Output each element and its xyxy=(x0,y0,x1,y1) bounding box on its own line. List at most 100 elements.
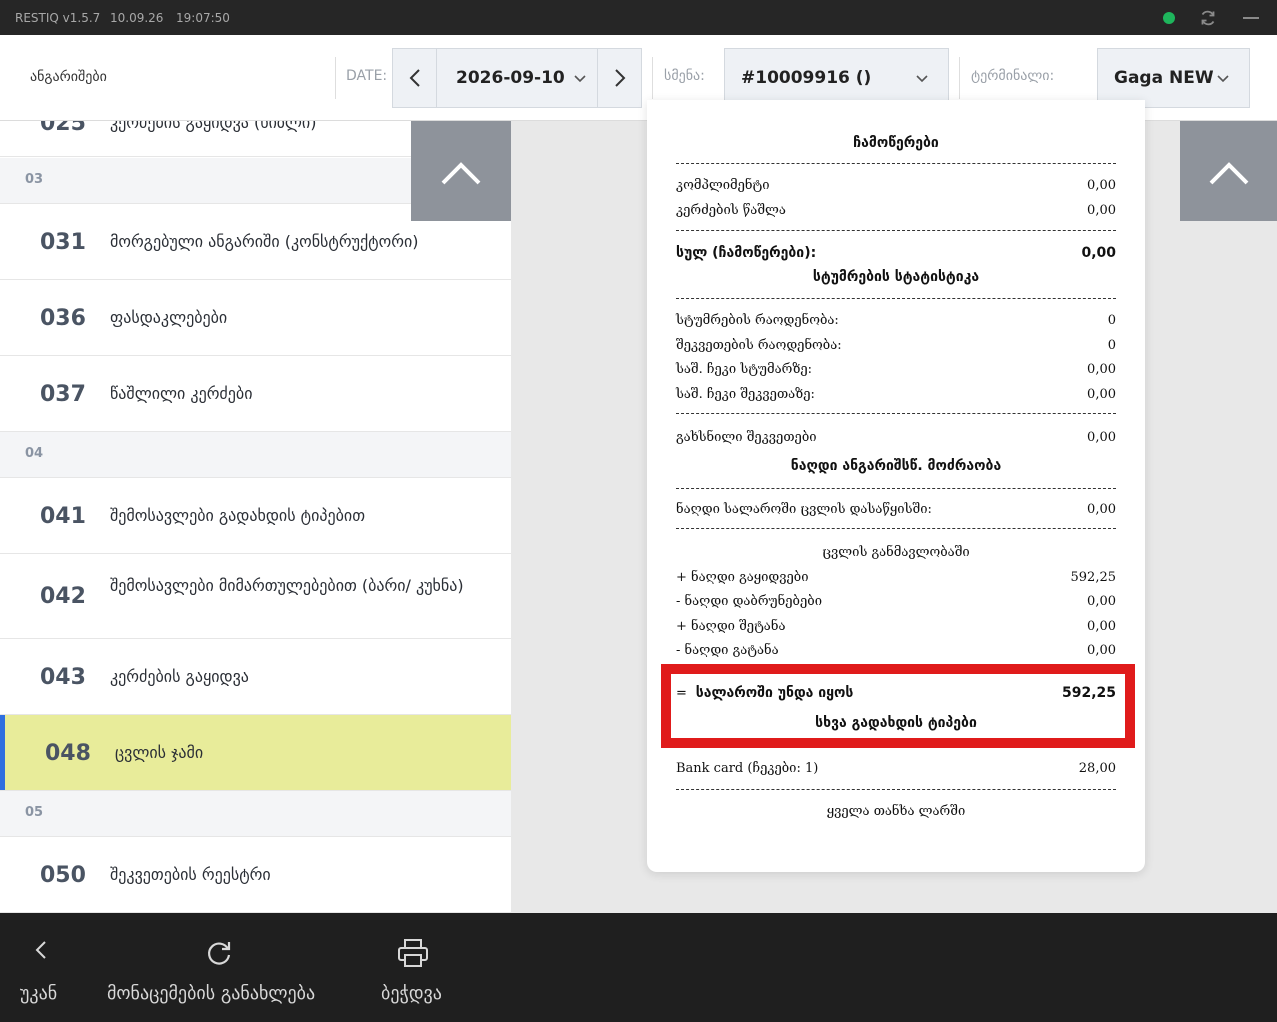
group-label: 04 xyxy=(25,446,44,461)
line-value: 0,00 xyxy=(1081,245,1116,261)
line-value: 0,00 xyxy=(1087,643,1116,658)
group-label: 05 xyxy=(25,805,44,820)
report-code: 031 xyxy=(40,230,86,255)
report-code: 041 xyxy=(40,504,86,529)
prev-date-button[interactable] xyxy=(393,49,437,107)
receipt-line: კომპლიმენტი 0,00 xyxy=(676,178,1116,193)
dashed-divider xyxy=(676,789,1116,790)
line-value: 0,00 xyxy=(1087,178,1116,193)
receipt-line: შეკვეთების რაოდენობა: 0 xyxy=(676,338,1116,353)
line-label: კომპლიმენტი xyxy=(676,178,770,193)
chevron-up-icon xyxy=(1209,162,1249,185)
line-label: - ნაღდი დაბრუნებები xyxy=(676,594,822,609)
report-name: შემოსავლები მიმართულებებით (ბარი/ კუხნა) xyxy=(110,576,464,595)
next-date-button[interactable] xyxy=(597,49,641,107)
list-item[interactable]: 036 ფასდაკლებები xyxy=(0,280,511,356)
refresh-icon xyxy=(208,942,231,965)
list-item[interactable]: 037 წაშლილი კერძები xyxy=(0,356,511,432)
print-button[interactable]: ბეჭდვა xyxy=(378,913,458,1022)
report-code: 050 xyxy=(40,863,86,888)
line-value: 0,00 xyxy=(1087,362,1116,377)
list-item[interactable]: 041 შემოსავლები გადახდის ტიპებით xyxy=(0,478,511,554)
back-label: უკან xyxy=(20,983,58,1004)
report-list: 025 კერძების გაყიდვა (ხიზლი) 03 031 მორგ… xyxy=(0,121,511,913)
printer-icon xyxy=(398,939,428,967)
receipt-line: + ნაღდი შეტანა 0,00 xyxy=(676,619,1116,634)
chevron-right-icon xyxy=(615,69,626,87)
divider xyxy=(335,57,336,99)
titlebar-time: 19:07:50 xyxy=(176,11,230,25)
scroll-up-button[interactable] xyxy=(411,121,511,221)
report-receipt: ჩამოწერები კომპლიმენტი 0,00 კერძების წაშლ… xyxy=(647,100,1145,872)
list-item-selected[interactable]: 048 ცვლის ჯამი xyxy=(0,715,511,791)
report-code: 037 xyxy=(40,382,86,407)
terminal-value: Gaga NEW xyxy=(1114,68,1214,88)
shift-label: სმენა: xyxy=(664,68,705,84)
dashed-divider xyxy=(676,528,1116,529)
receipt-scroll-up-button[interactable] xyxy=(1180,121,1277,221)
report-name: კერძების გაყიდვა (ხიზლი) xyxy=(110,121,317,132)
group-header-05: 05 xyxy=(0,791,511,837)
highlight-box xyxy=(661,664,1135,748)
list-item[interactable]: 042 შემოსავლები მიმართულებებით (ბარი/ კუ… xyxy=(0,554,511,639)
sync-icon[interactable] xyxy=(1199,9,1217,27)
line-value: 0,00 xyxy=(1087,594,1116,609)
line-value: 0,00 xyxy=(1087,203,1116,218)
line-label: კერძების წაშლა xyxy=(676,203,786,218)
page-title: ანგარიშები xyxy=(30,69,107,85)
dashed-divider xyxy=(676,230,1116,231)
date-value[interactable]: 2026-09-10 xyxy=(456,68,565,88)
report-name: ცვლის ჯამი xyxy=(115,743,204,762)
selection-indicator xyxy=(0,715,5,790)
app-version: RESTIQ v1.5.7 xyxy=(15,11,101,25)
report-code: 025 xyxy=(40,121,86,136)
section-title: ნაღდი ანგარიშსწ. მოძრაობა xyxy=(790,458,1002,474)
line-value: 28,00 xyxy=(1078,761,1116,776)
line-value: 0,00 xyxy=(1087,430,1116,445)
line-label: + ნაღდი შეტანა xyxy=(676,619,786,634)
report-name: წაშლილი კერძები xyxy=(110,384,253,403)
list-item[interactable]: 043 კერძების გაყიდვა xyxy=(0,639,511,715)
line-value: 592,25 xyxy=(1070,570,1117,585)
date-label: DATE: xyxy=(346,68,388,84)
receipt-line: - ნაღდი გატანა 0,00 xyxy=(676,643,1116,658)
list-item[interactable]: 050 შეკვეთების რეესტრი xyxy=(0,837,511,913)
group-label: 03 xyxy=(25,172,44,187)
report-name: ფასდაკლებები xyxy=(110,308,228,327)
terminal-label: ტერმინალი: xyxy=(971,68,1055,84)
receipt-line: + ნაღდი გაყიდვები 592,25 xyxy=(676,570,1116,585)
titlebar-date: 10.09.26 xyxy=(110,11,164,25)
back-button[interactable]: უკან xyxy=(15,913,75,1022)
receipt-line: კერძების წაშლა 0,00 xyxy=(676,203,1116,218)
refresh-data-button[interactable]: მონაცემების განახლება xyxy=(105,913,350,1022)
chevron-up-icon xyxy=(441,162,481,185)
section-title: ჩამოწერები xyxy=(853,135,939,151)
receipt-line: საშ. ჩეკი სტუმარზე: 0,00 xyxy=(676,362,1116,377)
line-label: Bank card (ჩეკები: 1) xyxy=(676,761,819,776)
line-label: სალაროში უნდა იყოს xyxy=(695,685,854,701)
minimize-button[interactable] xyxy=(1243,17,1259,19)
line-value: 0 xyxy=(1107,313,1116,328)
chevron-down-icon xyxy=(1217,75,1229,83)
line-value: 0,00 xyxy=(1087,619,1116,634)
report-name: შემოსავლები გადახდის ტიპებით xyxy=(110,506,366,525)
receipt-line: გახსნილი შეკვეთები 0,00 xyxy=(676,430,1116,445)
terminal-select[interactable]: Gaga NEW xyxy=(1097,48,1250,108)
report-code: 043 xyxy=(40,665,86,690)
chevron-down-icon[interactable] xyxy=(573,72,587,86)
line-label: სულ (ჩამოწერები): xyxy=(676,245,817,261)
shift-select[interactable]: #10009916 () xyxy=(724,48,949,108)
chevron-down-icon xyxy=(916,75,928,83)
receipt-line: ნაღდი სალაროში ცვლის დასაწყისში: 0,00 xyxy=(676,502,1116,517)
date-picker: 2026-09-10 xyxy=(392,48,642,108)
title-bar: RESTIQ v1.5.7 10.09.26 19:07:50 xyxy=(0,0,1277,35)
line-label: - ნაღდი გატანა xyxy=(676,643,779,658)
connection-status-icon xyxy=(1163,12,1175,24)
line-value: 592,25 xyxy=(1061,685,1116,701)
line-label: სტუმრების რაოდენობა: xyxy=(676,313,839,328)
report-name: კერძების გაყიდვა xyxy=(110,667,249,686)
line-prefix: = xyxy=(676,686,687,701)
shift-value: #10009916 () xyxy=(741,68,872,88)
dashed-divider xyxy=(676,413,1116,414)
receipt-line: სტუმრების რაოდენობა: 0 xyxy=(676,313,1116,328)
